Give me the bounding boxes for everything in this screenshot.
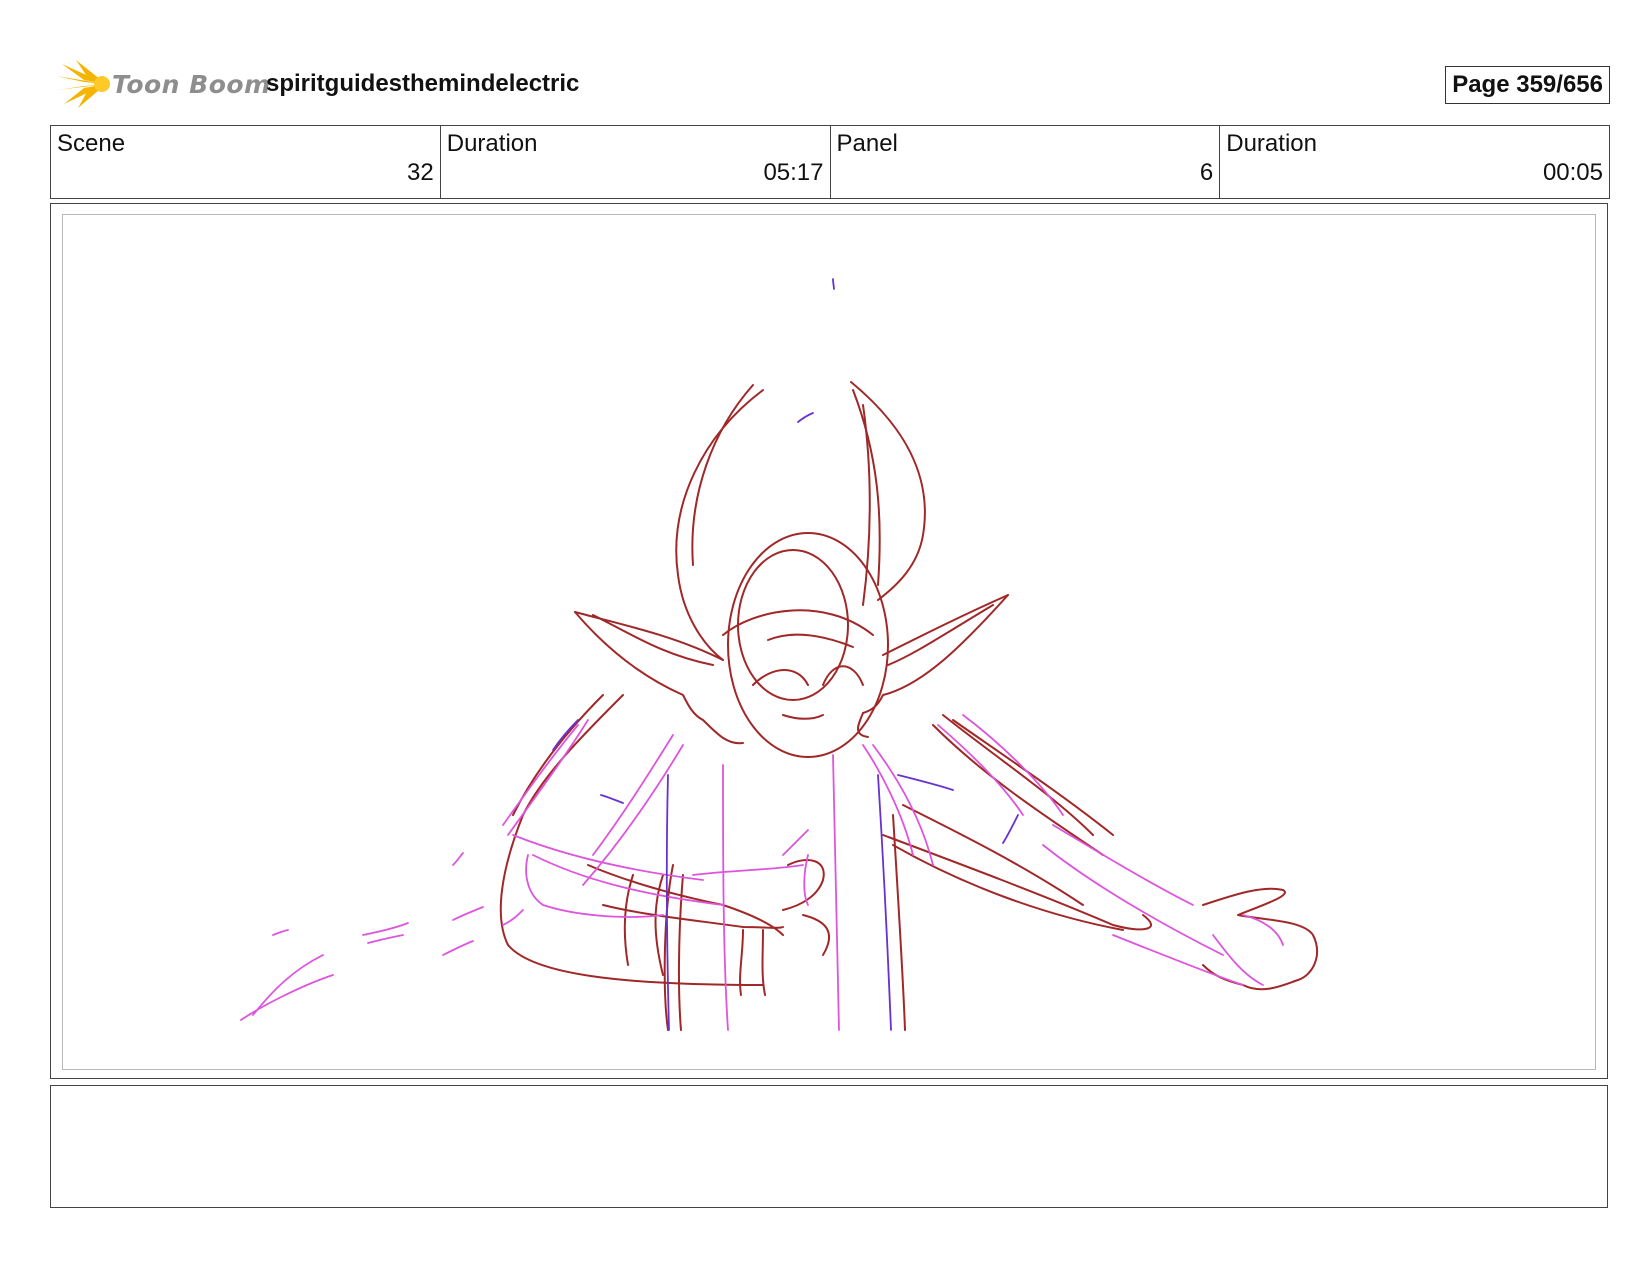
page-indicator: Page 359/656 bbox=[1445, 66, 1610, 104]
scene-duration-label: Duration bbox=[446, 130, 538, 157]
scene-label: Scene bbox=[57, 130, 126, 157]
panel-cell: Panel 6 bbox=[831, 126, 1221, 198]
panel-label: Panel bbox=[836, 130, 898, 157]
panel-duration-cell: Duration 00:05 bbox=[1220, 126, 1609, 198]
panel-value: 6 bbox=[1199, 159, 1214, 186]
scene-duration-value: 05:17 bbox=[763, 159, 824, 186]
scene-info-table: Scene 32 Duration 05:17 Panel 6 Duration… bbox=[50, 125, 1610, 199]
sketch-drawing bbox=[240, 278, 1318, 1031]
scene-value: 32 bbox=[407, 159, 434, 186]
scene-duration-cell: Duration 05:17 bbox=[441, 126, 831, 198]
scene-cell: Scene 32 bbox=[51, 126, 441, 198]
panel-notes bbox=[50, 1085, 1608, 1208]
page-header: Toon Boom spiritguidesthemindelectric Pa… bbox=[50, 56, 1610, 112]
panel-duration-label: Duration bbox=[1226, 130, 1317, 157]
project-title: spiritguidesthemindelectric bbox=[266, 70, 580, 97]
panel-drawing-area bbox=[62, 214, 1596, 1070]
logo-text: Toon Boom bbox=[112, 70, 271, 99]
sunburst-icon bbox=[56, 60, 110, 108]
panel-frame bbox=[50, 203, 1608, 1079]
toon-boom-logo: Toon Boom bbox=[54, 58, 270, 110]
panel-duration-value: 00:05 bbox=[1542, 159, 1603, 186]
